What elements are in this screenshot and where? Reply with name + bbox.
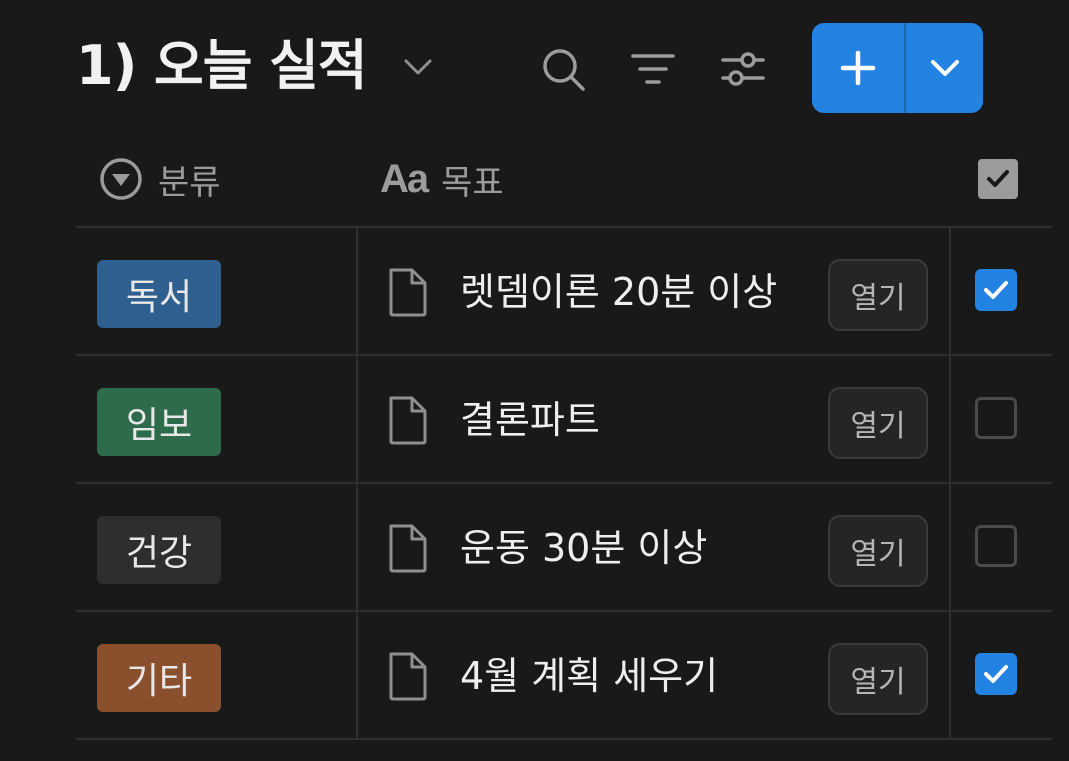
table-row[interactable]: 건강 운동 30분 이상 열기 [76,482,1052,610]
open-button[interactable]: 열기 [828,259,928,331]
checkmark-icon [984,665,1008,683]
goal-title[interactable]: 4월 계획 세우기 [460,648,718,704]
checkbox-property-icon [978,159,1018,199]
open-button[interactable]: 열기 [828,643,928,715]
button-divider [904,23,906,113]
category-tag[interactable]: 건강 [97,516,221,584]
page-icon [389,652,427,701]
filter-button[interactable] [628,44,678,94]
chevron-down-icon[interactable] [402,55,434,79]
category-tag[interactable]: 임보 [97,388,221,456]
new-item-button[interactable] [812,23,904,113]
goal-title[interactable]: 운동 30분 이상 [460,520,707,576]
view-settings-button[interactable] [718,44,768,94]
done-checkbox[interactable] [975,653,1017,695]
column-header-label: 분류 [158,162,221,203]
column-header-goal[interactable]: Aa 목표 [380,148,504,210]
done-checkbox[interactable] [975,525,1017,567]
text-property-icon: Aa [380,156,429,201]
new-template-dropdown[interactable] [906,23,983,113]
done-checkbox[interactable] [975,269,1017,311]
open-button[interactable]: 열기 [828,387,928,459]
sliders-icon [721,52,765,86]
search-button[interactable] [538,44,588,94]
done-checkbox[interactable] [975,397,1017,439]
view-header: 1) 오늘 실적 [0,0,1069,140]
chevron-down-icon [930,60,959,76]
new-button[interactable] [812,23,983,113]
select-property-icon [98,156,144,202]
view-title[interactable]: 1) 오늘 실적 [76,30,368,102]
row-divider [76,738,1052,740]
column-header-label: 목표 [441,162,504,203]
table-row[interactable]: 임보 결론파트 열기 [76,354,1052,482]
table-row[interactable]: 기타 4월 계획 세우기 열기 [76,610,1052,738]
search-icon [543,49,585,91]
page-icon [389,524,427,573]
page-icon [389,268,427,317]
category-tag[interactable]: 기타 [97,644,221,712]
open-button[interactable]: 열기 [828,515,928,587]
category-tag[interactable]: 독서 [97,260,221,328]
goal-title[interactable]: 렛뎀이론 20분 이상 [460,264,777,320]
column-header-category[interactable]: 분류 [98,148,221,210]
checkmark-icon [984,281,1008,299]
goal-title[interactable]: 결론파트 [460,392,600,448]
page-icon [389,396,427,445]
plus-icon [840,50,876,86]
column-header-done[interactable] [978,148,1069,210]
database-table: 독서 렛뎀이론 20분 이상 열기 임보 결론파트 열기 건강 운동 30분 이… [76,226,1052,740]
table-row[interactable]: 독서 렛뎀이론 20분 이상 열기 [76,226,1052,354]
filter-icon [631,54,675,84]
